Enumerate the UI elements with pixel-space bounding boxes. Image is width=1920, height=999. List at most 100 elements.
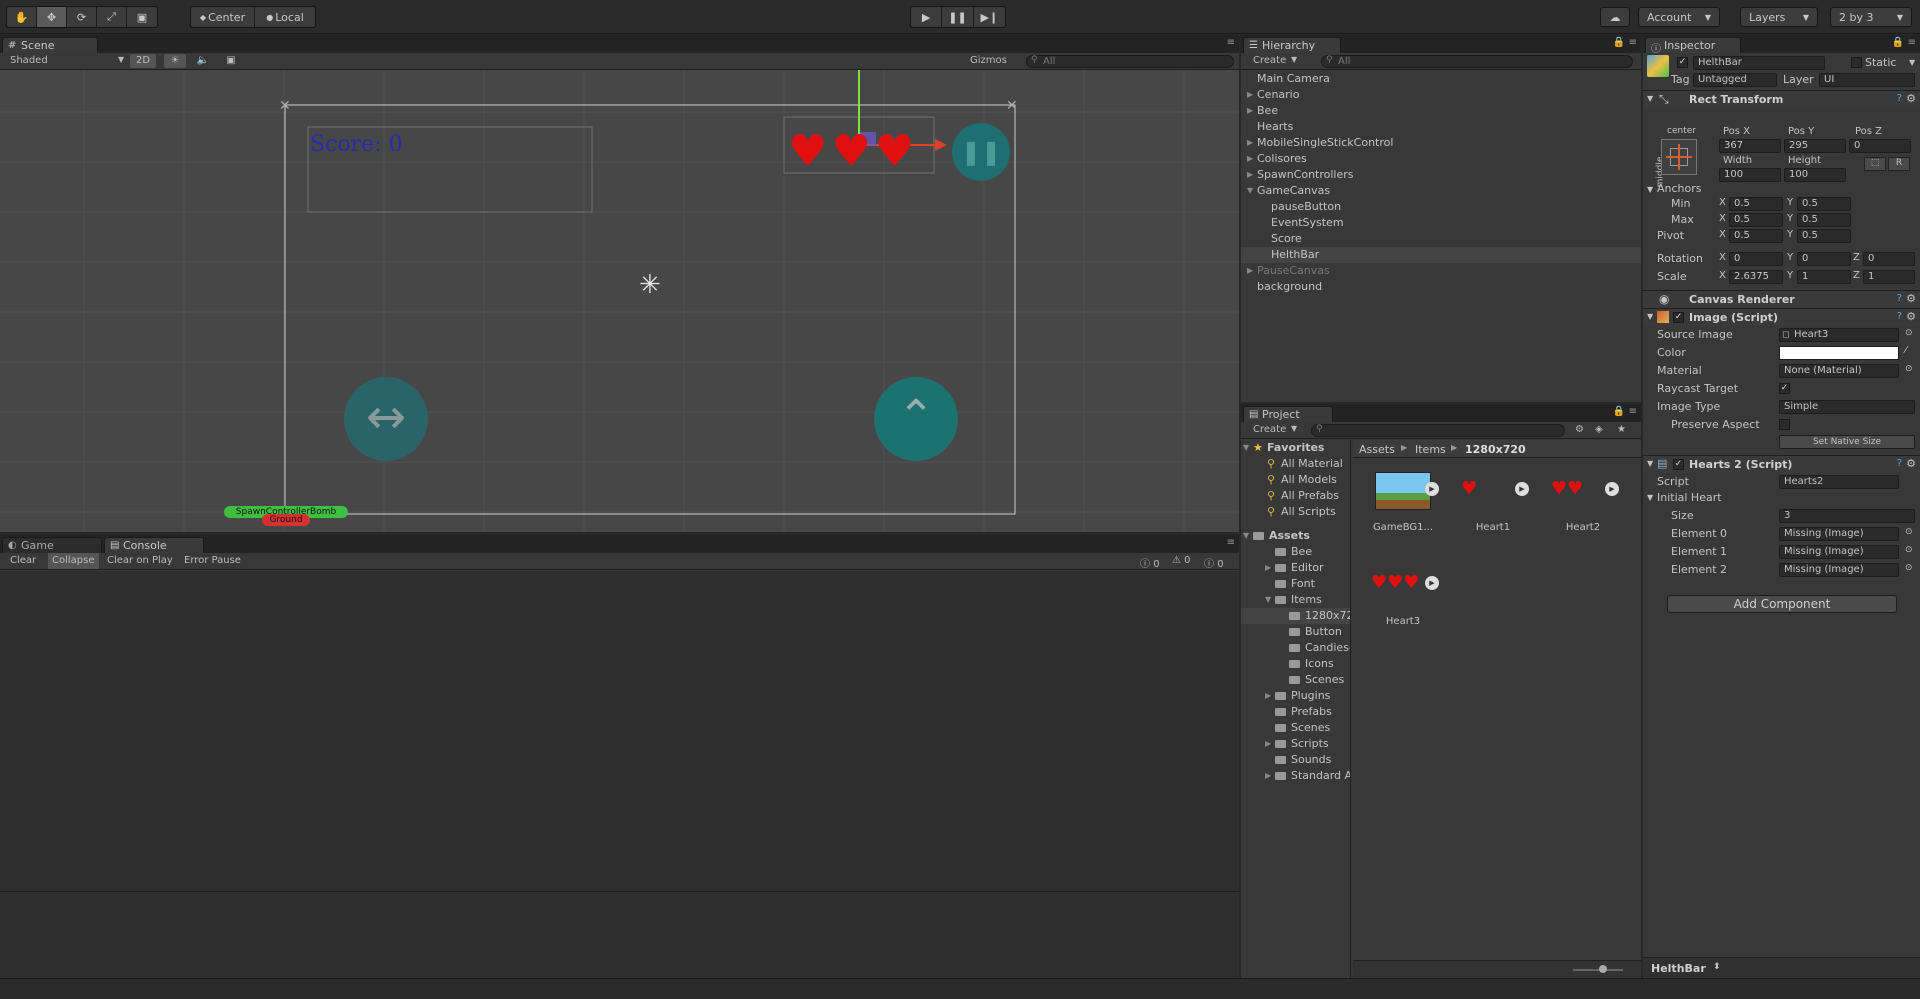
static-checkbox[interactable] (1851, 57, 1862, 68)
space-local-button[interactable]: ● Local (255, 7, 315, 27)
folder-item[interactable]: Scenes (1241, 672, 1350, 688)
clear-on-play-button[interactable]: Clear on Play (107, 555, 173, 566)
object-picker-icon[interactable]: ⊙ (1905, 563, 1913, 573)
tab-game[interactable]: ◐ Game (2, 537, 102, 553)
clear-button[interactable]: Clear (10, 555, 36, 566)
folder-item[interactable]: Prefabs (1241, 704, 1350, 720)
set-native-size-button[interactable]: Set Native Size (1779, 435, 1915, 449)
gear-icon[interactable]: ⚙ (1906, 92, 1916, 105)
foldout-open-icon[interactable]: ▼ (1265, 592, 1271, 608)
hierarchy-item[interactable]: Main Camera (1241, 71, 1641, 87)
tab-hierarchy[interactable]: ☰ Hierarchy (1243, 37, 1341, 53)
audio-icon[interactable]: 🔈 (192, 54, 214, 68)
breadcrumb-items[interactable]: Items (1415, 443, 1446, 456)
cloud-icon[interactable]: ☁ (1600, 7, 1630, 27)
info-count-toggle[interactable]: ⓘ 0 (1140, 555, 1160, 570)
foldout-closed-icon[interactable]: ▶ (1265, 736, 1271, 752)
pause-icon[interactable]: ❚❚ (942, 7, 974, 27)
scale-x-field[interactable]: 2.6375 (1729, 270, 1783, 284)
health-bar[interactable]: ♥ ♥ ♥ (788, 130, 914, 174)
add-component-button[interactable]: Add Component (1667, 595, 1897, 613)
object-picker-icon[interactable]: ⊙ (1905, 545, 1913, 555)
breadcrumb-current[interactable]: 1280x720 (1465, 443, 1526, 456)
anchor-min-y-field[interactable]: 0.5 (1797, 197, 1851, 211)
height-field[interactable]: 100 (1784, 168, 1846, 182)
panel-menu-icon[interactable]: ≡ (1227, 37, 1235, 48)
folder-item[interactable]: ▶ Plugins (1241, 688, 1350, 704)
rect-tool-icon[interactable]: ▣ (127, 7, 157, 27)
move-tool-icon[interactable]: ✥ (37, 7, 67, 27)
hierarchy-search-input[interactable]: ⚲ All (1321, 55, 1633, 68)
object-name-field[interactable]: HelthBar (1693, 56, 1825, 70)
zoom-slider[interactable] (1573, 969, 1623, 971)
anchor-min-x-field[interactable]: 0.5 (1729, 197, 1783, 211)
gear-icon[interactable]: ⚙ (1906, 292, 1916, 305)
raw-edit-button[interactable]: R (1888, 157, 1910, 171)
help-icon[interactable]: ? (1897, 458, 1902, 469)
folder-item[interactable]: ▶ Standard A (1241, 768, 1350, 784)
foldout-closed-icon[interactable]: ▶ (1247, 151, 1253, 167)
play-icon[interactable]: ▶ (911, 7, 943, 27)
preserve-aspect-checkbox[interactable] (1779, 419, 1790, 430)
lock-icon[interactable]: 🔒 (1613, 406, 1625, 417)
foldout-closed-icon[interactable]: ▶ (1247, 167, 1253, 183)
help-icon[interactable]: ? (1897, 293, 1902, 304)
filter-type-icon[interactable]: ⚙ (1575, 424, 1584, 435)
shading-dropdown[interactable]: Shaded (10, 55, 48, 66)
pos-z-field[interactable]: 0 (1849, 139, 1911, 153)
hierarchy-item[interactable]: ▶ MobileSingleStickControl (1241, 135, 1641, 151)
rotate-tool-icon[interactable]: ⟳ (67, 7, 97, 27)
move-arrows-icon[interactable]: ↔ (344, 377, 428, 461)
tab-console[interactable]: ▤ Console (104, 537, 204, 553)
project-search-input[interactable]: ⚲ (1311, 424, 1565, 437)
active-checkbox[interactable]: ✓ (1677, 57, 1688, 68)
breadcrumb-assets[interactable]: Assets (1359, 443, 1395, 456)
canvas-renderer-header[interactable]: ◉ Canvas Renderer ? ⚙ (1643, 290, 1920, 308)
asset-item[interactable]: ♥ ♥ ▶ Heart2 (1545, 472, 1621, 552)
anchor-max-x-field[interactable]: 0.5 (1729, 213, 1783, 227)
size-field[interactable]: 3 (1779, 509, 1915, 523)
project-create-button[interactable]: Create (1253, 424, 1286, 435)
asset-item[interactable]: ▶ GameBG1... (1365, 472, 1441, 552)
foldout-open-icon[interactable]: ▼ (1247, 183, 1253, 199)
hierarchy-item[interactable]: background (1241, 279, 1641, 295)
folder-item[interactable]: 1280x72 (1241, 608, 1350, 624)
folder-item[interactable]: Icons (1241, 656, 1350, 672)
object-picker-icon[interactable]: ⊙ (1905, 364, 1913, 374)
rect-transform-header[interactable]: ▼ ⤡ Rect Transform ? ⚙ (1643, 90, 1920, 108)
element-field[interactable]: Missing (Image) (1779, 545, 1899, 559)
source-image-field[interactable]: ◻ Heart3 (1779, 328, 1899, 342)
panel-menu-icon[interactable]: ≡ (1908, 37, 1916, 48)
pos-y-field[interactable]: 295 (1784, 139, 1846, 153)
material-field[interactable]: None (Material) (1779, 364, 1899, 378)
hierarchy-create-button[interactable]: Create (1253, 55, 1286, 66)
error-pause-button[interactable]: Error Pause (184, 555, 241, 566)
expand-sprite-icon[interactable]: ▶ (1605, 482, 1619, 496)
layout-dropdown[interactable]: 2 by 3 ▼ (1830, 7, 1912, 27)
foldout-closed-icon[interactable]: ▶ (1247, 87, 1253, 103)
anchor-max-y-field[interactable]: 0.5 (1797, 213, 1851, 227)
error-count-toggle[interactable]: ⓘ 0 (1204, 555, 1224, 570)
hierarchy-item[interactable]: ▶ Bee (1241, 103, 1641, 119)
favorite-item[interactable]: ⚲ All Prefabs (1241, 488, 1350, 504)
favorite-item[interactable]: ⚲ All Scripts (1241, 504, 1350, 520)
anchor-preset-button[interactable] (1661, 139, 1697, 175)
favorite-star-icon[interactable]: ★ (1617, 424, 1626, 435)
pivot-center-button[interactable]: ◆ Center (191, 7, 255, 27)
expand-sprite-icon[interactable]: ▶ (1425, 576, 1439, 590)
help-icon[interactable]: ? (1897, 93, 1902, 104)
foldout-closed-icon[interactable]: ▶ (1247, 103, 1253, 119)
hierarchy-item[interactable]: ▼ GameCanvas (1241, 183, 1641, 199)
pause-button-icon[interactable]: ❚❚ (952, 123, 1010, 181)
folder-item[interactable]: ▼ Items (1241, 592, 1350, 608)
hierarchy-item[interactable]: EventSystem (1241, 215, 1641, 231)
foldout-arrow-icon[interactable]: ▼ (1647, 493, 1653, 502)
hierarchy-item[interactable]: pauseButton (1241, 199, 1641, 215)
hearts-enabled-checkbox[interactable]: ✓ (1673, 459, 1684, 470)
foldout-closed-icon[interactable]: ▶ (1265, 688, 1271, 704)
folder-item[interactable]: Candies- (1241, 640, 1350, 656)
hand-tool-icon[interactable]: ✋ (7, 7, 37, 27)
gear-icon[interactable]: ⚙ (1906, 310, 1916, 323)
hierarchy-item[interactable]: Hearts (1241, 119, 1641, 135)
scale-tool-icon[interactable]: ⤢ (97, 7, 127, 27)
